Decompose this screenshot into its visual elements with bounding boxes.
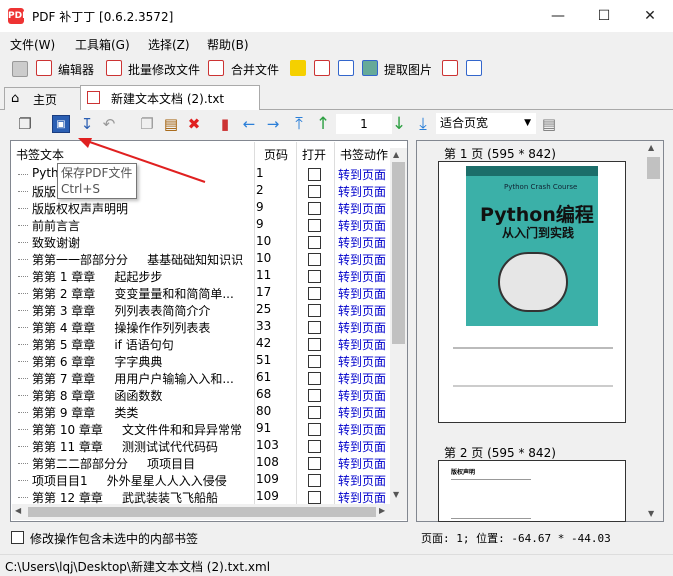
annotation-arrow — [78, 138, 206, 183]
save-tooltip: 保存PDF文件 Ctrl+S — [57, 163, 137, 199]
tooltip-title: 保存PDF文件 — [61, 166, 133, 180]
tooltip-shortcut: Ctrl+S — [61, 182, 101, 196]
